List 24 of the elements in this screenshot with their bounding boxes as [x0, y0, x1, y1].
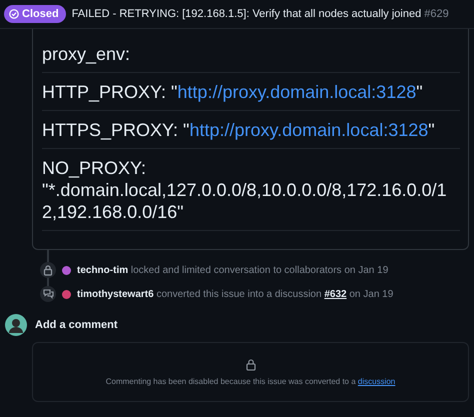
body-text: "*.domain.local,127.0.0.0/8,10.0.0.0/8,172.16.0.0/12,192.168.0.0/16" [42, 180, 447, 222]
lock-icon [246, 358, 256, 370]
event-text: timothystewart6 converted this issue into a discussion #632 on Jan 19 [77, 288, 394, 300]
user-avatar [5, 314, 27, 336]
discussion-link[interactable]: #632 [324, 288, 347, 300]
closed-status-badge: Closed [4, 5, 66, 23]
discussion-link[interactable]: discussion [358, 376, 396, 386]
discussion-icon [42, 289, 54, 299]
add-comment-heading: Add a comment [35, 319, 118, 331]
user-link[interactable]: timothystewart6 [77, 288, 154, 300]
body-text: HTTP_PROXY: "http://proxy.domain.local:3128" [42, 82, 423, 102]
body-text: HTTPS_PROXY: "http://proxy.domain.local:3128" [42, 120, 435, 140]
check-circle-icon [9, 9, 19, 19]
disabled-message: Commenting has been disabled because this issue was converted to a discussion [106, 376, 396, 386]
body-text: NO_PROXY: [42, 158, 146, 178]
user-avatar [62, 266, 71, 274]
issue-title: FAILED - RETRYING: [192.168.1.5]: Verify that all nodes actually joined #629 [72, 8, 449, 20]
event-text: techno-tim locked and limited conversation to collaborators on Jan 19 [77, 264, 388, 276]
lock-icon [43, 264, 53, 276]
proxy-link[interactable]: http://proxy.domain.local:3128 [189, 120, 428, 140]
user-link[interactable]: techno-tim [77, 264, 128, 276]
proxy-link[interactable]: http://proxy.domain.local:3128 [177, 82, 416, 102]
body-text: proxy_env: [42, 44, 130, 64]
user-avatar [62, 290, 71, 298]
